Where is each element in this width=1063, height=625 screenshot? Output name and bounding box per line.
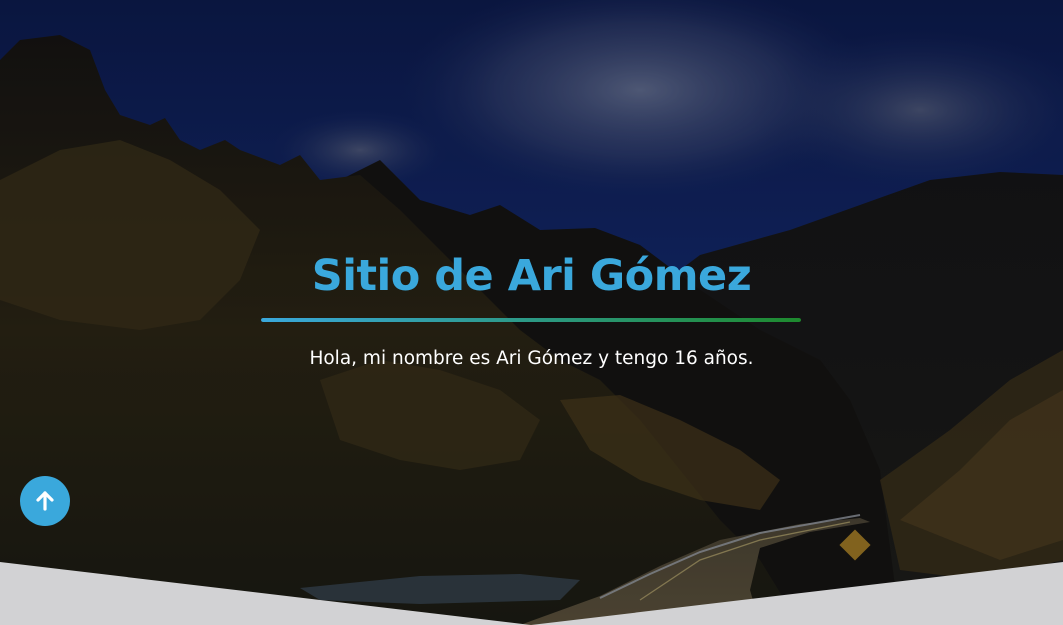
hero-subtitle: Hola, mi nombre es Ari Gómez y tengo 16 … bbox=[309, 348, 754, 369]
hero-dark-overlay bbox=[0, 0, 1063, 625]
page-title: Sitio de Ari Gómez bbox=[311, 251, 752, 301]
title-divider bbox=[261, 318, 801, 322]
scroll-to-top-button[interactable] bbox=[20, 476, 70, 526]
arrow-up-icon bbox=[36, 491, 54, 511]
hero-section: Sitio de Ari Gómez Hola, mi nombre es Ar… bbox=[0, 0, 1063, 625]
